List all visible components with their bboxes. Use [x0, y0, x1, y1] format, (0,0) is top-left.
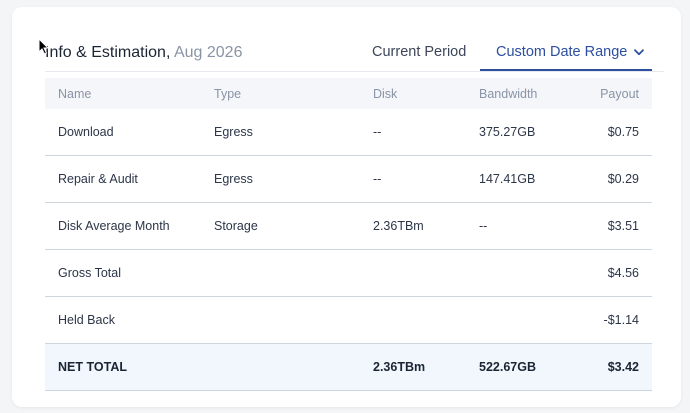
- cell-payout: $3.51: [607, 219, 639, 233]
- table-row: Held Back -$1.14: [45, 297, 652, 344]
- cell-type: Storage: [214, 219, 258, 233]
- table-row: Gross Total $4.56: [45, 250, 652, 297]
- cell-payout: -$1.14: [603, 313, 639, 327]
- tab-current-period[interactable]: Current Period: [372, 44, 466, 60]
- payout-table: Name Type Disk Bandwidth Payout Download…: [45, 78, 652, 391]
- cell-name: Download: [58, 125, 114, 139]
- column-header-type[interactable]: Type: [214, 87, 241, 101]
- table-row: Repair & Audit Egress -- 147.41GB $0.29: [45, 156, 652, 203]
- title-text: Info & Estimation,: [45, 44, 171, 61]
- cell-type: Egress: [214, 125, 253, 139]
- table-row: Disk Average Month Storage 2.36TBm -- $3…: [45, 203, 652, 250]
- cell-bandwidth: 147.41GB: [479, 172, 536, 186]
- net-total-row: NET TOTAL 2.36TBm 522.67GB $3.42: [45, 344, 652, 391]
- cell-type: Egress: [214, 172, 253, 186]
- cell-disk: --: [373, 172, 382, 186]
- tab-custom-date-range[interactable]: Custom Date Range: [496, 44, 645, 60]
- cell-disk: 2.36TBm: [373, 219, 424, 233]
- cell-bandwidth: 375.27GB: [479, 125, 536, 139]
- tab-custom-label: Custom Date Range: [496, 44, 628, 60]
- net-total-disk: 2.36TBm: [373, 360, 426, 374]
- estimation-card: Info & Estimation, Aug 2026 Current Peri…: [12, 7, 681, 407]
- cell-bandwidth: --: [479, 219, 488, 233]
- active-tab-indicator: [480, 69, 652, 71]
- card-title: Info & Estimation, Aug 2026: [45, 44, 242, 62]
- column-header-payout[interactable]: Payout: [600, 87, 639, 101]
- card-header: Info & Estimation, Aug 2026 Current Peri…: [45, 32, 664, 72]
- cell-payout: $0.29: [607, 172, 639, 186]
- chevron-down-icon: [634, 48, 645, 55]
- mouse-pointer-icon: [38, 38, 49, 55]
- column-header-disk[interactable]: Disk: [373, 87, 397, 101]
- net-total-payout: $3.42: [607, 360, 639, 374]
- net-total-label: NET TOTAL: [58, 360, 127, 374]
- title-period: Aug 2026: [173, 44, 243, 61]
- cell-name: Disk Average Month: [58, 219, 170, 233]
- net-total-bandwidth: 522.67GB: [479, 360, 536, 374]
- cell-name: Repair & Audit: [58, 172, 138, 186]
- cell-payout: $0.75: [607, 125, 639, 139]
- column-header-bandwidth[interactable]: Bandwidth: [479, 87, 537, 101]
- table-row: Download Egress -- 375.27GB $0.75: [45, 109, 652, 156]
- column-header-name[interactable]: Name: [58, 87, 91, 101]
- table-header: Name Type Disk Bandwidth Payout: [45, 78, 652, 109]
- cell-payout: $4.56: [607, 266, 639, 280]
- cell-name: Held Back: [58, 313, 115, 327]
- cell-disk: --: [373, 125, 382, 139]
- cell-name: Gross Total: [58, 266, 121, 280]
